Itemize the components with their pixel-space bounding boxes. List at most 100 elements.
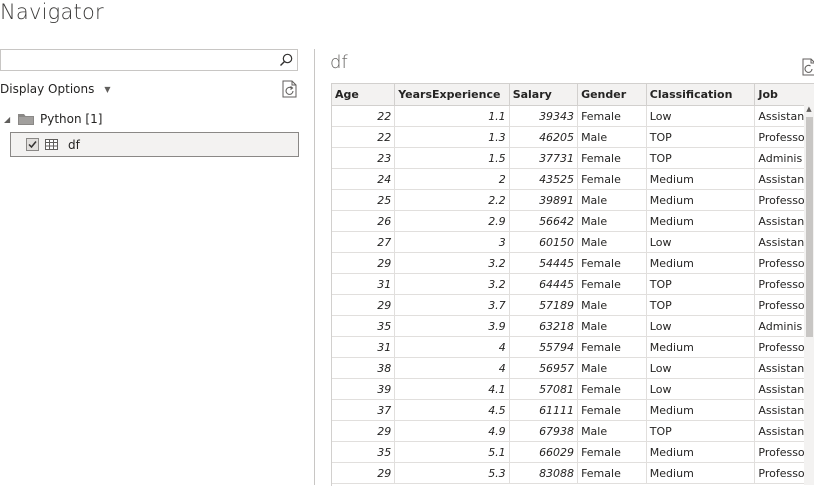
table-cell: Female [577,147,647,169]
column-header[interactable]: Gender [577,84,647,106]
table-cell: Female [577,378,647,400]
table-cell: 22 [332,126,396,148]
table-cell: Female [577,105,647,127]
table-cell: 1.5 [394,147,510,169]
table-cell: 26 [332,210,396,232]
tree-item-label: df [68,137,80,152]
table-cell: Female [577,252,647,274]
table-cell: 57189 [509,294,579,316]
table-cell: 56642 [509,210,579,232]
table-cell: 46205 [509,126,579,148]
table-cell: 63218 [509,315,579,337]
table-cell: 3.2 [394,273,510,295]
table-cell: 1.3 [394,126,510,148]
scroll-up-icon[interactable]: ▲ [804,105,814,115]
table-cell: Medium [646,399,756,421]
table-cell: 64445 [509,273,579,295]
tree-node-python[interactable]: ◢ Python [1] [4,110,102,128]
table-cell: 4 [394,357,510,379]
table-cell: 3.9 [394,315,510,337]
preview-title: df [330,52,348,73]
table-row: 29 4.9 67938 Male TOP Assistan [332,420,814,442]
table-cell: 83088 [509,462,579,484]
scrollbar-thumb[interactable] [806,117,813,337]
table-row: 39 4.1 57081 Female Low Assistan [332,378,814,400]
column-header[interactable]: Classification [646,84,756,106]
table-cell: Medium [646,441,756,463]
table-cell: 5.1 [394,441,510,463]
search-input[interactable] [0,49,298,71]
table-cell: 29 [332,462,396,484]
table-cell: 4.5 [394,399,510,421]
table-cell: Female [577,399,647,421]
table-row: 31 4 55794 Female Medium Professo [332,336,814,358]
table-cell: Male [577,231,647,253]
column-header[interactable]: YearsExperience [394,84,510,106]
df-checkbox[interactable] [26,138,39,151]
table-row: 38 4 56957 Male Low Assistan [332,357,814,379]
table-cell: Male [577,126,647,148]
table-cell: Female [577,336,647,358]
table-row: 24 2 43525 Female Medium Assistan [332,168,814,190]
table-cell: TOP [646,273,756,295]
table-cell: 39 [332,378,396,400]
table-cell: 2.2 [394,189,510,211]
data-table: Age YearsExperience Salary Gender Classifica… [332,84,814,484]
table-row: 37 4.5 61111 Female Medium Assistan [332,399,814,421]
table-cell: 27 [332,231,396,253]
table-cell: Female [577,168,647,190]
table-cell: 56957 [509,357,579,379]
table-cell: 37731 [509,147,579,169]
table-cell: Female [577,462,647,484]
table-cell: 35 [332,441,396,463]
table-cell: 23 [332,147,396,169]
table-cell: 60150 [509,231,579,253]
table-cell: 24 [332,168,396,190]
table-cell: Male [577,294,647,316]
table-cell: Medium [646,210,756,232]
table-cell: Medium [646,189,756,211]
table-row: 23 1.5 37731 Female TOP Adminis [332,147,814,169]
table-row: 22 1.3 46205 Male TOP Professo [332,126,814,148]
table-cell: Male [577,420,647,442]
table-cell: Low [646,231,756,253]
table-row: 35 3.9 63218 Male Low Adminis [332,315,814,337]
table-cell: 43525 [509,168,579,190]
refresh-icon[interactable] [281,80,298,98]
column-header[interactable]: Age [332,84,396,106]
table-cell: Low [646,357,756,379]
table-row: 29 3.7 57189 Male TOP Professo [332,294,814,316]
table-row: 31 3.2 64445 Female TOP Professo [332,273,814,295]
refresh-preview-icon[interactable] [801,58,814,76]
table-cell: 25 [332,189,396,211]
search-icon[interactable] [278,52,294,68]
table-cell: 5.3 [394,462,510,484]
folder-icon [18,114,34,125]
table-cell: 29 [332,252,396,274]
column-header[interactable]: Salary [509,84,579,106]
table-cell: 55794 [509,336,579,358]
tree-node-label: Python [1] [40,112,103,126]
table-cell: TOP [646,294,756,316]
data-preview-grid[interactable]: Age YearsExperience Salary Gender Classifica… [331,83,814,486]
table-cell: Female [577,273,647,295]
table-row: 29 5.3 83088 Female Medium Professo [332,462,814,484]
table-cell: Medium [646,462,756,484]
table-cell: 37 [332,399,396,421]
table-cell: Low [646,378,756,400]
table-cell: 35 [332,315,396,337]
checkmark-icon [28,141,37,149]
table-cell: 3.7 [394,294,510,316]
pane-divider[interactable] [314,49,315,485]
table-cell: TOP [646,126,756,148]
table-icon [45,139,58,150]
table-cell: 2.9 [394,210,510,232]
table-cell: 4.9 [394,420,510,442]
display-options-button[interactable]: Display Options ▼ [0,82,111,96]
column-header[interactable]: Job [754,84,814,106]
chevron-down-icon: ▼ [104,84,111,94]
tree-item-df[interactable]: df [10,132,299,157]
expand-arrow-icon[interactable]: ◢ [4,115,14,124]
table-cell: 67938 [509,420,579,442]
table-cell: 38 [332,357,396,379]
